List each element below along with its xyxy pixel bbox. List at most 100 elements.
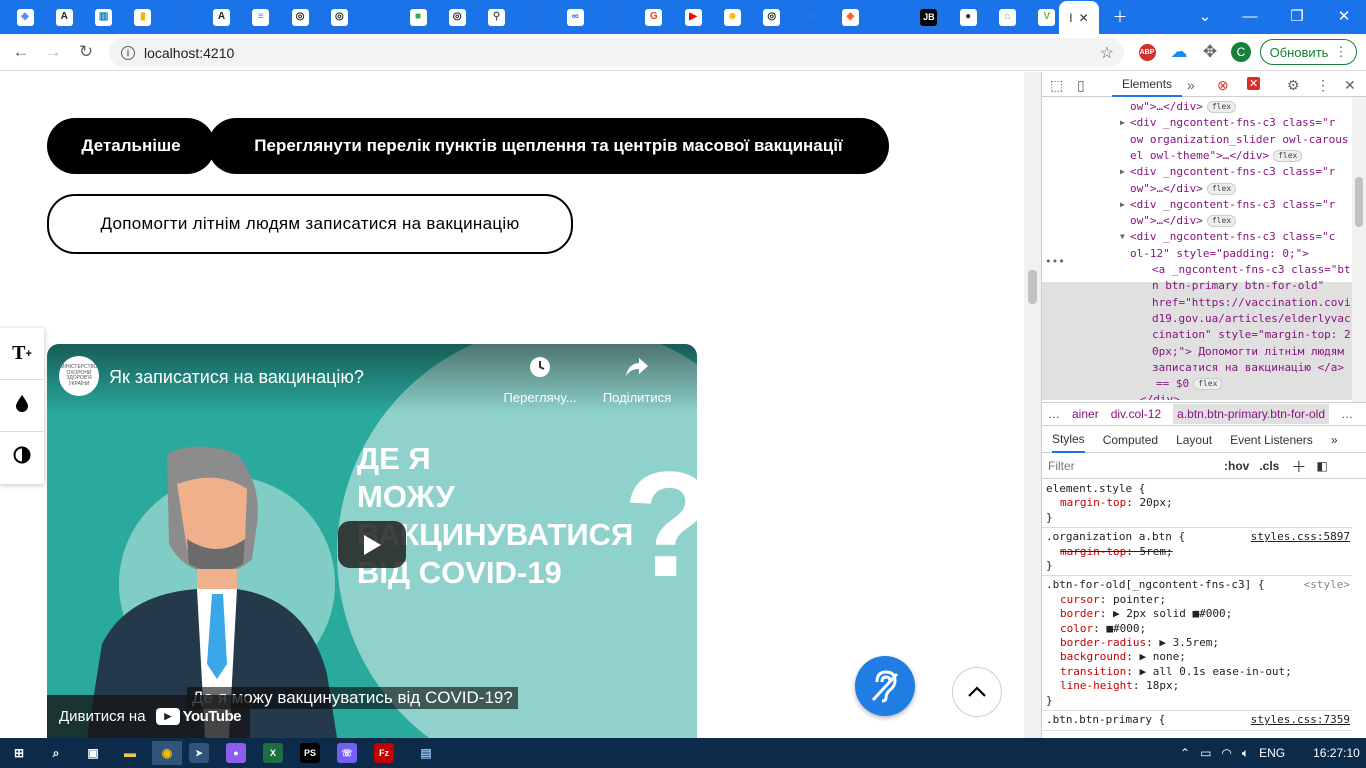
channel-logo[interactable]: МІНІСТЕРСТВО ОХОРОНИ ЗДОРОВ'Я УКРАЇНИ <box>59 356 99 396</box>
breadcrumb-item[interactable]: div.col-12 <box>1111 407 1161 421</box>
browser-tab[interactable]: ◈ <box>837 5 863 29</box>
browser-tab[interactable]: ◎ <box>444 5 470 29</box>
dom-line[interactable]: ow">…</div> flex <box>1130 213 1237 229</box>
vaccination-points-button[interactable]: Переглянути перелік пунктів щеплення та … <box>208 118 889 174</box>
share-button[interactable]: Поділитися <box>592 356 682 405</box>
browser-tab[interactable]: V <box>1034 5 1060 29</box>
browser-tab[interactable]: ∞ <box>562 5 588 29</box>
dom-line[interactable]: ol-12" style="padding: 0;"> <box>1130 246 1309 262</box>
contrast-button[interactable] <box>0 432 44 484</box>
close-devtools-icon[interactable]: ✕ <box>1344 77 1356 94</box>
device-toggle-icon[interactable]: ▯ <box>1077 77 1085 94</box>
browser-tab[interactable]: ◎ <box>759 5 785 29</box>
language-indicator[interactable]: ENG <box>1259 746 1285 760</box>
dom-line[interactable]: ▼ <div _ngcontent-fns-c3 class="c <box>1120 229 1335 245</box>
browser-tab[interactable]: G <box>641 5 667 29</box>
text-size-button[interactable]: T + <box>0 328 44 380</box>
breadcrumb-item[interactable]: ainer <box>1072 407 1099 421</box>
flex-badge[interactable]: flex <box>1206 215 1237 228</box>
browser-tab[interactable]: ◎ <box>287 5 313 29</box>
flex-badge[interactable]: flex <box>1206 101 1237 113</box>
css-property[interactable]: margin-top: 5rem; <box>1046 545 1348 559</box>
styles-subtab[interactable]: Computed <box>1103 433 1158 447</box>
tab-search-icon[interactable]: ⌄ <box>1191 4 1219 28</box>
dom-line[interactable]: ▶ <div _ngcontent-fns-c3 class="r <box>1120 164 1335 180</box>
breadcrumb-item[interactable]: … <box>1341 407 1353 421</box>
new-tab-button[interactable]: ＋ <box>1106 4 1134 28</box>
css-rule[interactable]: .btn-for-old[_ngcontent-fns-c3] {<style>… <box>1042 576 1352 712</box>
profile-avatar[interactable]: C <box>1228 40 1254 64</box>
dom-line[interactable]: <a _ngcontent-fns-c3 class="bt <box>1152 262 1351 278</box>
reload-button[interactable]: ↻ <box>73 40 99 64</box>
video-title[interactable]: Як записатися на вакцинацію? <box>109 367 364 388</box>
browser-tab[interactable]: ◆ <box>12 5 38 29</box>
browser-tab[interactable]: ◌ <box>602 5 628 29</box>
page-scrollbar[interactable] <box>1024 72 1041 738</box>
browser-tab[interactable]: ⌂ <box>995 5 1021 29</box>
play-button[interactable] <box>338 521 406 568</box>
dom-line[interactable]: ▶ <div _ngcontent-fns-c3 class="r <box>1120 115 1335 131</box>
css-property[interactable]: line-height: 18px; <box>1046 679 1348 693</box>
dom-tree-scroll-thumb[interactable] <box>1355 177 1363 227</box>
css-property[interactable]: transition: ▶ all 0.1s ease-in-out; <box>1046 665 1348 679</box>
cls-toggle[interactable]: .cls <box>1259 459 1279 473</box>
css-property[interactable]: color: ■#000; <box>1046 622 1348 636</box>
dom-line[interactable]: ▶ <div _ngcontent-fns-c3 class="r <box>1120 197 1335 213</box>
phpstorm-icon[interactable]: PS <box>300 743 320 763</box>
volume-icon[interactable]: 🔈︎ <box>1242 746 1249 761</box>
clock[interactable]: 16:27:10 <box>1313 746 1360 760</box>
error-count-icon[interactable]: ⊗ <box>1217 77 1229 94</box>
css-property[interactable]: border: ▶ 2px solid ■#000; <box>1046 607 1348 621</box>
excel-icon[interactable]: X <box>263 743 283 763</box>
watch-on-youtube-link[interactable]: Дивитися на ▶ YouTube <box>47 695 250 738</box>
browser-tab[interactable]: ◌ <box>798 5 824 29</box>
styles-subtab[interactable]: Layout <box>1176 433 1212 447</box>
dom-line[interactable]: d19.gov.ua/articles/elderlyvac <box>1152 311 1351 327</box>
site-info-icon[interactable]: i <box>121 45 135 60</box>
node-ellipsis-icon[interactable]: ••• <box>1045 254 1065 270</box>
tray-chevron-icon[interactable]: ⌃ <box>1180 746 1190 760</box>
dom-line[interactable]: 0px;"> Допомогти літнім людям <box>1152 344 1344 360</box>
update-browser-button[interactable]: Обновить ⋮ <box>1260 39 1357 65</box>
browser-tab[interactable]: ◌ <box>523 5 549 29</box>
devtools-menu-icon[interactable]: ⋮ <box>1316 77 1330 94</box>
taskview-icon[interactable]: ▣ <box>78 741 108 765</box>
search-icon[interactable]: ⌕ <box>41 741 71 765</box>
dom-line[interactable]: el owl-theme">…</div> flex <box>1130 148 1303 164</box>
styles-filter-input[interactable]: Filter <box>1042 459 1214 473</box>
more-subtabs-icon[interactable]: » <box>1331 433 1338 447</box>
cloud-extension-icon[interactable]: ☁ <box>1166 40 1192 64</box>
browser-tab[interactable]: ▥ <box>91 5 117 29</box>
flex-badge[interactable]: flex <box>1206 182 1237 195</box>
css-rule[interactable]: .btn.btn-primary {styles.css:7359 <box>1042 711 1352 731</box>
back-button[interactable]: ← <box>8 40 34 64</box>
expand-triangle-icon[interactable]: ▶ <box>1120 197 1125 213</box>
new-rule-plus-icon[interactable]: ＋ <box>1291 456 1306 477</box>
flex-badge[interactable]: flex <box>1273 149 1303 162</box>
dom-line[interactable]: ow organization_slider owl-carous <box>1130 132 1349 148</box>
dom-tree-scrollbar[interactable] <box>1352 97 1366 402</box>
forward-button[interactable]: → <box>40 40 66 64</box>
css-property[interactable]: border-radius: ▶ 3.5rem; <box>1046 636 1348 650</box>
browser-tab[interactable]: A <box>51 5 77 29</box>
browser-tab[interactable]: A <box>209 5 235 29</box>
scrollbar-thumb[interactable] <box>1028 270 1037 304</box>
tab-elements[interactable]: Elements <box>1112 72 1183 97</box>
dom-line[interactable]: == $0 flex <box>1156 376 1223 392</box>
dom-line[interactable]: записатися на вакцинацію </a> <box>1152 360 1344 376</box>
github-desktop-icon[interactable]: ● <box>226 743 246 763</box>
scroll-to-top-button[interactable] <box>952 667 1002 717</box>
address-bar[interactable]: i localhost:4210 ☆ <box>109 38 1124 67</box>
dom-line[interactable]: cination" style="margin-top: 2 <box>1152 327 1351 343</box>
telegram-icon[interactable]: ➤ <box>189 743 209 763</box>
styles-subtab[interactable]: Styles <box>1052 427 1085 453</box>
explorer-icon[interactable]: ▬ <box>115 741 145 765</box>
browser-tab[interactable]: ● <box>955 5 981 29</box>
help-elderly-button[interactable]: Допомогти літнім людям записатися на вак… <box>47 194 573 254</box>
css-rule[interactable]: element.style {margin-top: 20px;} <box>1042 480 1352 529</box>
maximize-button[interactable]: ❐ <box>1283 4 1311 28</box>
youtube-video-embed[interactable]: ДЕ Я МОЖУ ВАКЦИНУВАТИСЯ ВІД COVID-19 ? М… <box>47 344 697 738</box>
browser-tab[interactable]: ◌ <box>169 5 195 29</box>
notepad-icon[interactable]: ▤ <box>411 741 441 765</box>
browser-tab[interactable]: ▶ <box>680 5 706 29</box>
